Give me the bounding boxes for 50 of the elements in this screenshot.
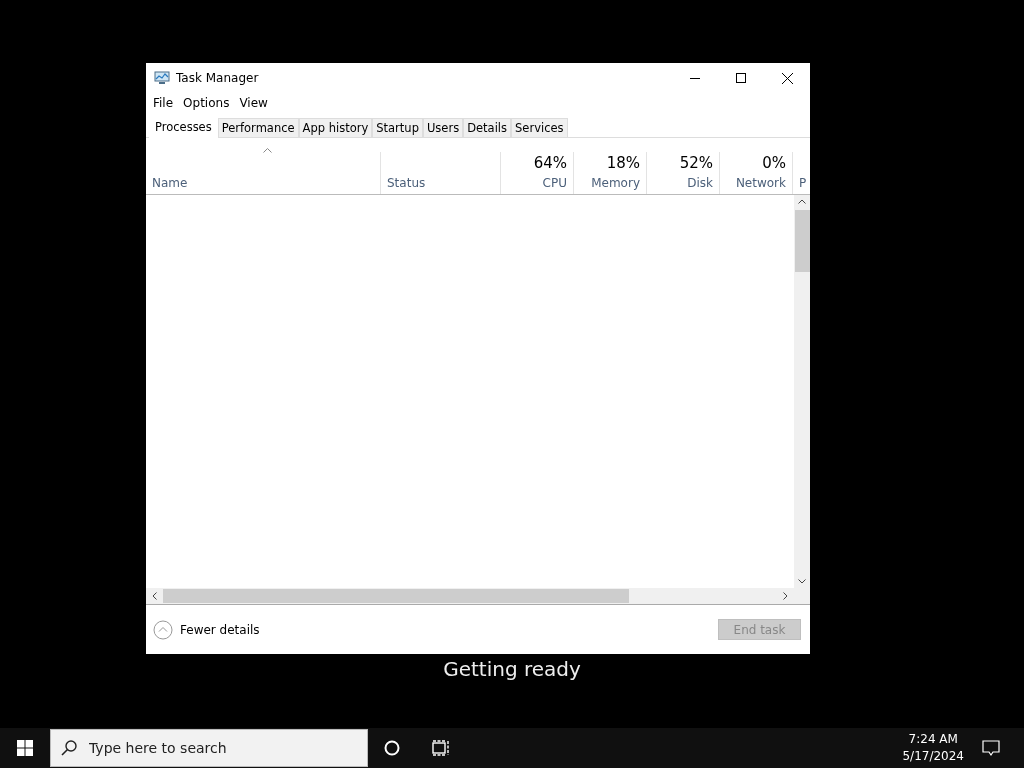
scroll-thumb[interactable] (794, 210, 810, 272)
column-label: P (799, 176, 804, 190)
scroll-left-icon[interactable] (152, 592, 157, 600)
usage-percent: 0% (762, 154, 786, 172)
usage-percent: 52% (679, 154, 713, 172)
scroll-right-icon[interactable] (783, 592, 788, 600)
column-header[interactable]: 0% Network (719, 152, 792, 194)
tab[interactable]: App history (298, 118, 373, 137)
column-header[interactable]: 64% CPU (500, 152, 573, 194)
scroll-thumb[interactable] (163, 589, 629, 603)
column-header[interactable]: Name (146, 138, 380, 194)
task-view-icon[interactable] (432, 740, 450, 756)
status-text: Getting ready (442, 657, 582, 681)
column-label: Disk (687, 176, 713, 190)
tab[interactable]: Details (463, 118, 512, 137)
column-header[interactable]: P (792, 152, 810, 194)
column-header[interactable]: 52% Disk (646, 152, 719, 194)
vertical-scrollbar[interactable] (794, 195, 810, 588)
tab[interactable]: Performance (217, 118, 299, 137)
menu-item[interactable]: File (149, 96, 178, 110)
search-field[interactable]: Type here to search (50, 729, 368, 767)
circle-icon[interactable] (384, 740, 400, 756)
windows-logo-icon[interactable] (17, 740, 33, 756)
chevron-up-icon (153, 619, 173, 640)
column-label: Network (735, 176, 786, 190)
horizontal-scrollbar[interactable] (146, 588, 810, 605)
maximize-icon (736, 73, 746, 83)
scroll-down-icon[interactable] (798, 579, 806, 584)
usage-percent: 18% (606, 154, 640, 172)
tab[interactable]: Startup (372, 118, 423, 137)
clock-date[interactable]: 5/17/2024 (902, 748, 964, 765)
monitor-icon (154, 71, 170, 85)
tab[interactable]: Services (511, 118, 568, 137)
menu-item[interactable]: Options (179, 96, 234, 110)
column-label: Name (152, 176, 189, 190)
search-icon (60, 739, 78, 757)
fewer-details-button[interactable]: Fewer details (153, 619, 260, 640)
menu-item[interactable]: View (235, 96, 272, 110)
window-title: Task Manager (176, 71, 259, 85)
tab[interactable]: Users (422, 118, 464, 137)
scroll-up-icon[interactable] (798, 199, 806, 204)
close-icon (781, 72, 793, 84)
column-header[interactable]: Status (380, 152, 500, 194)
column-label: CPU (542, 176, 567, 190)
column-header[interactable]: 18% Memory (573, 152, 646, 194)
column-label: Status (387, 176, 427, 190)
notification-icon[interactable] (982, 739, 1000, 757)
clock-time[interactable]: 7:24 AM (908, 731, 958, 748)
usage-percent: 64% (533, 154, 567, 172)
column-label: Memory (591, 176, 640, 190)
